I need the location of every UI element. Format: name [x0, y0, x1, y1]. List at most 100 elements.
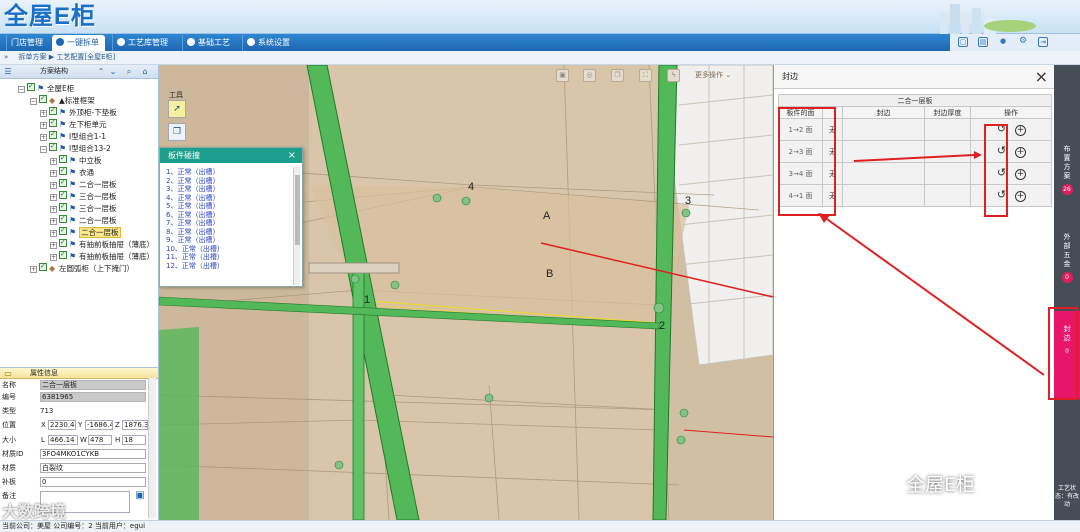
calendar-icon[interactable]: ▤: [978, 37, 988, 47]
save-view-icon[interactable]: ▣: [556, 69, 569, 82]
box-icon: ◆: [49, 264, 56, 273]
count-badge: 0: [1061, 346, 1073, 357]
collapse-up-icon[interactable]: ⌃: [96, 67, 106, 76]
tree-node[interactable]: −⚑全屋E柜: [18, 81, 74, 94]
structure-panel-header: ☰ 方案结构 ⌃ ⌄ ⌕ ⌂: [0, 65, 158, 79]
tree-node[interactable]: +⚑中立板: [50, 153, 102, 166]
list-item[interactable]: 8、正常（出槽）: [166, 228, 291, 237]
face-label-a: A: [543, 210, 551, 222]
prop-matid-value[interactable]: 3FO4MKO1CYKB: [40, 449, 146, 459]
close-icon[interactable]: ×: [288, 148, 296, 163]
list-item[interactable]: 9、正常（出槽）: [166, 236, 291, 245]
layers-button[interactable]: ❐: [168, 123, 186, 141]
more-actions-dropdown[interactable]: 更多操作 ⌄: [695, 70, 731, 80]
tab-process-library[interactable]: 工艺库管理: [112, 35, 174, 51]
list-item[interactable]: 7、正常（出槽）: [166, 219, 291, 228]
tab-label: 基础工艺: [198, 38, 230, 47]
chevron-right-icon: »: [4, 53, 9, 61]
tab-basic-process[interactable]: 基础工艺: [182, 35, 236, 51]
prop-patch-label: 补板: [2, 478, 16, 486]
list-item[interactable]: 2、正常（出槽）: [166, 177, 291, 186]
tree-node[interactable]: +⚑衣通: [50, 165, 94, 178]
collision-dialog: 板件碰撞 × 1、正常（出槽） 2、正常（出槽） 3、正常（出槽） 4、正常（出槽…: [159, 147, 303, 287]
tree-node[interactable]: +◆左圆弧柜（上下掩门）: [30, 261, 134, 274]
list-item[interactable]: 10、正常（出槽）: [166, 245, 291, 254]
monitor-icon[interactable]: ▢: [958, 37, 968, 47]
header-icon-bar: ▢ ▤ ● ⚙ ⇥: [950, 34, 1080, 51]
list-item[interactable]: 5、正常（出槽）: [166, 202, 291, 211]
tree-node[interactable]: −⚑I型组合13-2: [40, 141, 111, 154]
prop-position-label: 位置: [2, 421, 16, 429]
annotation-arrows: [818, 151, 1045, 376]
list-item[interactable]: 3、正常（出槽）: [166, 185, 291, 194]
box-icon: ◆: [49, 96, 56, 105]
main-nav: 门店管理 一键拆单 工艺库管理 基础工艺 系统设置 ▢ ▤ ● ⚙ ⇥: [0, 34, 1080, 51]
select-cursor-button[interactable]: ➚: [168, 100, 186, 118]
list-item[interactable]: 4、正常（出槽）: [166, 194, 291, 203]
prop-code-value[interactable]: 6381965: [40, 392, 146, 402]
prop-material-value[interactable]: 白裂纹: [40, 463, 146, 473]
list-item[interactable]: 11、正常（出槽）: [166, 253, 291, 262]
flag-icon: ⚑: [59, 108, 67, 117]
tree-node[interactable]: −◆▲标准框架: [30, 93, 95, 106]
flag-icon: ⚑: [59, 132, 67, 141]
structure-panel-title: 方案结构: [40, 67, 68, 75]
pos-x-input[interactable]: 2230.4: [48, 420, 76, 430]
sidebar-item-edge-banding[interactable]: 封边 0: [1054, 311, 1080, 399]
target-icon[interactable]: ◎: [583, 69, 596, 82]
exit-icon[interactable]: ⇥: [1038, 37, 1048, 47]
property-scrollbar[interactable]: [148, 378, 156, 518]
tab-icon: [56, 38, 64, 46]
tab-store-management[interactable]: 门店管理: [6, 35, 49, 51]
corner-label-1: 1: [364, 294, 371, 306]
process-status: 工艺状态：有改动: [1054, 485, 1080, 509]
sidebar-item-external-hardware[interactable]: 外部五金 0: [1054, 233, 1080, 283]
lightning-icon[interactable]: ϟ: [667, 69, 680, 82]
tab-icon: [117, 38, 125, 46]
watermark-left: 大数跨境: [2, 502, 67, 521]
home-icon[interactable]: ⌂: [140, 67, 150, 76]
skyline-graphic: [940, 4, 1036, 34]
search-icon[interactable]: ⌕: [124, 67, 134, 76]
collision-scrollbar[interactable]: [293, 167, 300, 285]
flag-icon: ⚑: [69, 192, 77, 201]
pos-y-input[interactable]: -1686.4: [85, 420, 113, 430]
flag-icon: ⚑: [69, 156, 77, 165]
app-header: 全屋E柜: [0, 0, 1080, 34]
flag-icon: ⚑: [69, 228, 77, 237]
prop-material-label: 材质: [2, 464, 16, 472]
copy-icon[interactable]: ❐: [611, 69, 624, 82]
3d-viewport[interactable]: A B 1 2 3 4 工具柜 ➚ ❐ ▣ ◎ ❐ ⛶ ϟ 更多操作 ⌄ 板件碰…: [159, 65, 773, 520]
corner-label-4: 4: [468, 181, 475, 193]
prop-name-value[interactable]: 二合一层板: [40, 380, 146, 390]
corner-label-2: 2: [659, 320, 666, 332]
fullscreen-icon[interactable]: ⛶: [639, 69, 652, 82]
pos-z-input[interactable]: 1876.3: [122, 420, 148, 430]
tab-system-settings[interactable]: 系统设置: [242, 35, 296, 51]
watermark-right: 全屋E柜: [906, 474, 976, 496]
h-label: H: [115, 436, 121, 444]
list-item[interactable]: 1、正常（出槽）: [166, 168, 291, 177]
size-w-input[interactable]: 478: [88, 435, 112, 445]
collision-dialog-title: 板件碰撞: [168, 151, 200, 160]
tab-one-click-split[interactable]: 一键拆单: [52, 35, 105, 51]
list-item[interactable]: 12、正常（出槽）: [166, 262, 291, 271]
gear-icon[interactable]: ⚙: [1018, 37, 1028, 47]
size-l-input[interactable]: 466.14: [48, 435, 78, 445]
property-panel-title: 属性信息: [30, 369, 58, 377]
list-item[interactable]: 6、正常（出槽）: [166, 211, 291, 220]
w-label: W: [80, 436, 87, 444]
prop-patch-value[interactable]: 0: [40, 477, 146, 487]
flag-icon: ⚑: [37, 84, 45, 93]
size-h-input[interactable]: 18: [122, 435, 146, 445]
sidebar-item-label: 布置方案: [1063, 145, 1071, 180]
tab-label: 系统设置: [258, 38, 290, 47]
save-icon[interactable]: ▣: [135, 491, 145, 501]
sidebar-item-label: 外部五金: [1063, 233, 1071, 268]
corner-label-3: 3: [685, 195, 692, 207]
breadcrumb: » 拆单方案 ▶ 工艺配置[全屋E柜]: [0, 51, 1080, 65]
expand-down-icon[interactable]: ⌄: [108, 67, 118, 76]
user-icon[interactable]: ●: [998, 37, 1008, 47]
tree-node[interactable]: +⚑有抽前板抽屉（薄底）: [50, 249, 154, 262]
sidebar-item-layout-plan[interactable]: 布置方案 26: [1054, 145, 1080, 195]
